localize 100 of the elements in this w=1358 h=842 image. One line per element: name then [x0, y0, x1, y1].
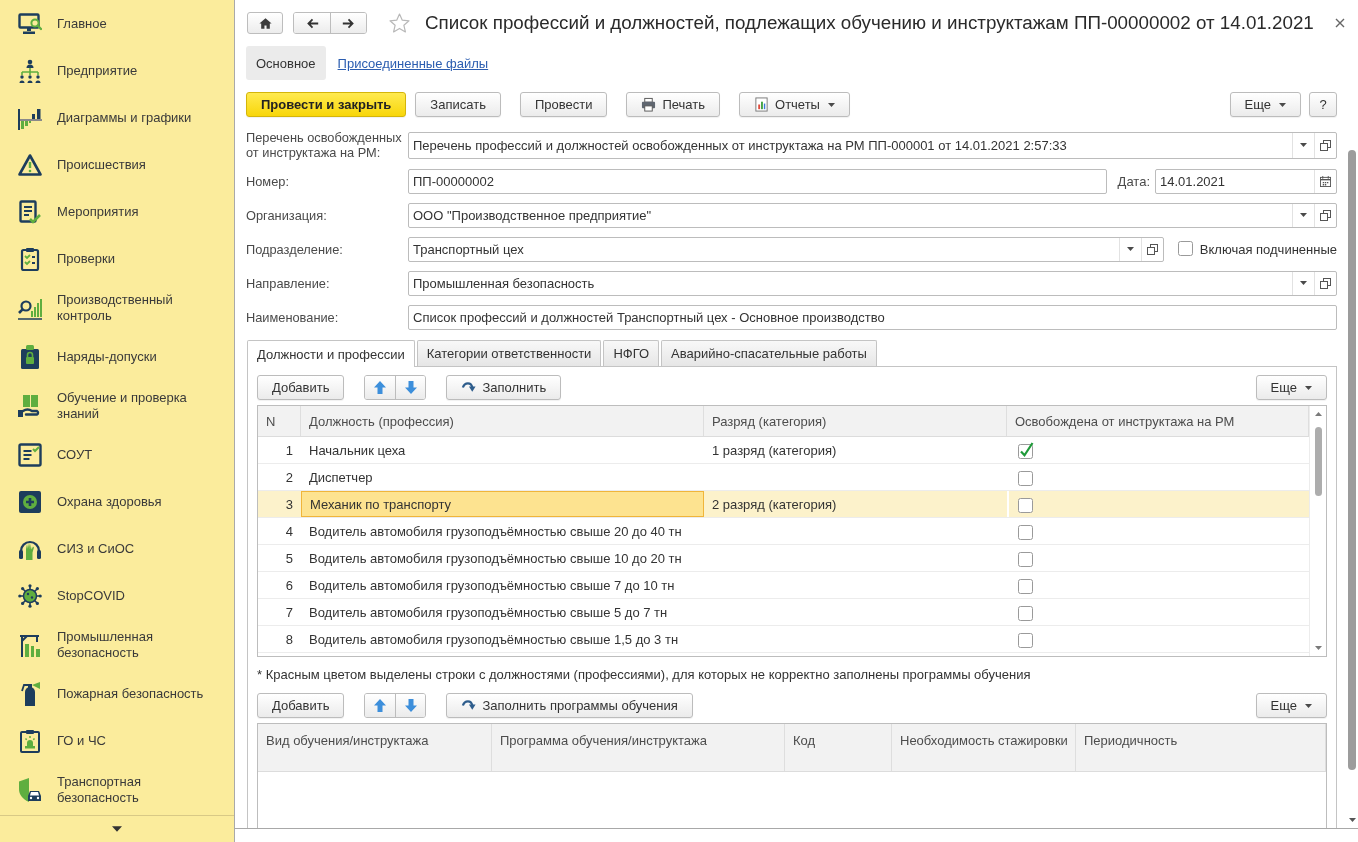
document-check-icon: [18, 199, 42, 224]
virus-icon: [18, 583, 42, 608]
clipboard-beacon-icon: [18, 728, 42, 753]
sidebar-item[interactable]: Предприятие: [0, 47, 234, 94]
close-icon[interactable]: [1335, 18, 1345, 28]
dropdown-field[interactable]: Перечень профессий и должностей освобожденных от инструктажа на РМ ПП-000001 от 14.01.2021 2:57:33: [408, 131, 1337, 159]
overlapping-squares-icon: [1320, 209, 1331, 221]
star-icon[interactable]: [389, 13, 410, 33]
column-header[interactable]: Периодичность: [1076, 724, 1326, 771]
sidebar-item[interactable]: Диаграммы и графики: [0, 94, 234, 141]
add-button[interactable]: Добавить: [257, 693, 345, 718]
print-button[interactable]: Печать: [626, 92, 720, 117]
sidebar-item[interactable]: Обучение и проверка знаний: [0, 380, 234, 431]
table-row[interactable]: 8 Водитель автомобиля грузоподъёмностью свыше 1,5 до 3 тн: [258, 626, 1309, 653]
more-button[interactable]: Еще: [1255, 693, 1327, 718]
move-up-button[interactable]: [365, 376, 396, 399]
checkbox[interactable]: [1176, 239, 1194, 256]
checkbox[interactable]: [1017, 468, 1034, 486]
table-cell-text: 1 разряд (категория): [711, 441, 838, 460]
forward-button[interactable]: [330, 13, 366, 33]
crane-factory-icon: [18, 632, 42, 657]
dropdown-field[interactable]: Транспортный цех: [408, 236, 1164, 262]
document-tick-icon: [18, 442, 42, 467]
sidebar-item[interactable]: Транспортная безопасность: [0, 764, 234, 815]
sidebar-item[interactable]: Производственный контроль: [0, 282, 234, 333]
checkbox[interactable]: [1017, 549, 1034, 567]
sidebar-item[interactable]: Происшествия: [0, 141, 234, 188]
move-down-button[interactable]: [395, 694, 426, 717]
sidebar-item[interactable]: Охрана здоровья: [0, 478, 234, 525]
column-header[interactable]: Необходимость стажировки: [892, 724, 1076, 771]
sidebar-item[interactable]: СОУТ: [0, 431, 234, 478]
tab[interactable]: Основное: [246, 46, 326, 80]
printer-icon: [641, 97, 657, 112]
tab[interactable]: Аварийно-спасательные работы: [661, 340, 877, 366]
fill-button[interactable]: Заполнить программы обучения: [446, 693, 693, 718]
table-row[interactable]: 6 Водитель автомобиля грузоподъёмностью свыше 7 до 10 тн: [258, 572, 1309, 599]
date-field[interactable]: 14.01.2021: [1155, 168, 1337, 194]
arrow-down-icon: [404, 699, 417, 712]
table-cell-text: 5: [284, 549, 294, 568]
toolbar-button[interactable]: Провести: [519, 92, 608, 117]
caret-down-icon: [1279, 102, 1286, 107]
column-header[interactable]: Разряд (категория): [704, 406, 1007, 436]
help-button[interactable]: ?: [1309, 92, 1337, 117]
monitor-magnifier-icon: [18, 11, 42, 36]
column-header[interactable]: N: [258, 406, 301, 436]
fill-button[interactable]: Заполнить: [446, 375, 562, 400]
link[interactable]: Присоединенные файлы: [327, 46, 499, 80]
dropdown-field[interactable]: Промышленная безопасность: [408, 270, 1337, 296]
table-row[interactable]: 1 Начальник цеха 1 разряд (категория): [258, 437, 1309, 464]
checkbox[interactable]: [1017, 576, 1034, 594]
more-button[interactable]: Еще: [1255, 375, 1327, 400]
sidebar-item[interactable]: Пожарная безопасность: [0, 670, 234, 717]
table-row[interactable]: 3 Механик по транспорту 2 разряд (категория): [258, 491, 1309, 518]
column-header[interactable]: Программа обучения/инструктажа: [492, 724, 785, 771]
home-button[interactable]: [247, 12, 283, 34]
tab[interactable]: Должности и профессии: [247, 340, 415, 367]
sidebar-item[interactable]: Промышленная безопасность: [0, 619, 234, 670]
column-header[interactable]: Код: [785, 724, 892, 771]
move-down-button[interactable]: [395, 376, 426, 399]
column-header[interactable]: Освобождена от инструктажа на РМ: [1007, 406, 1309, 436]
scrollbar-thumb[interactable]: [1348, 150, 1356, 770]
checkbox[interactable]: [1017, 441, 1034, 459]
reports-button[interactable]: Отчеты: [739, 92, 850, 117]
table-row[interactable]: 7 Водитель автомобиля грузоподъёмностью свыше 5 до 7 тн: [258, 599, 1309, 626]
input-field[interactable]: Список профессий и должностей Транспортный цех - Основное производство: [408, 304, 1337, 330]
table-row[interactable]: 5 Водитель автомобиля грузоподъёмностью свыше 10 до 20 тн: [258, 545, 1309, 572]
more-button[interactable]: Еще: [1229, 92, 1301, 117]
checkbox[interactable]: [1017, 495, 1034, 513]
overlapping-squares-icon: [1320, 277, 1331, 289]
scrollbar-thumb[interactable]: [1314, 427, 1322, 496]
tab[interactable]: НФГО: [603, 340, 660, 366]
sidebar-item[interactable]: Наряды-допуски: [0, 333, 234, 380]
column-header[interactable]: Должность (профессия): [301, 406, 704, 436]
back-button[interactable]: [294, 13, 330, 33]
sidebar-item[interactable]: ГО и ЧС: [0, 717, 234, 764]
sidebar-item[interactable]: StopCOVID: [0, 572, 234, 619]
primary-button[interactable]: Провести и закрыть: [246, 92, 407, 117]
dropdown-field[interactable]: ООО "Производственное предприятие": [408, 202, 1337, 228]
book-hand-icon: [18, 393, 42, 418]
checkbox-label: Включая подчиненные: [1199, 241, 1337, 257]
tab[interactable]: Категории ответственности: [416, 340, 602, 366]
move-up-button[interactable]: [365, 694, 396, 717]
home-icon: [258, 16, 272, 30]
caret-down-icon: [1126, 247, 1134, 251]
sidebar-item[interactable]: Проверки: [0, 235, 234, 282]
checkbox[interactable]: [1017, 522, 1034, 540]
sidebar-item[interactable]: СИЗ и СиОС: [0, 525, 234, 572]
sidebar-item[interactable]: Мероприятия: [0, 188, 234, 235]
column-header[interactable]: Вид обучения/инструктажа: [258, 724, 492, 771]
caret-down-icon: [1348, 818, 1356, 822]
add-button[interactable]: Добавить: [257, 375, 345, 400]
input-field[interactable]: ПП-00000002: [408, 168, 1107, 194]
medical-cross-icon: [18, 489, 42, 514]
checkbox[interactable]: [1017, 630, 1034, 648]
sidebar-item[interactable]: Главное: [0, 0, 234, 47]
caret-down-icon: [112, 826, 122, 832]
checkbox[interactable]: [1017, 603, 1034, 621]
table-row[interactable]: 4 Водитель автомобиля грузоподъёмностью свыше 20 до 40 тн: [258, 518, 1309, 545]
toolbar-button[interactable]: Записать: [415, 92, 501, 117]
table-cell-text: Диспетчер: [308, 468, 374, 487]
